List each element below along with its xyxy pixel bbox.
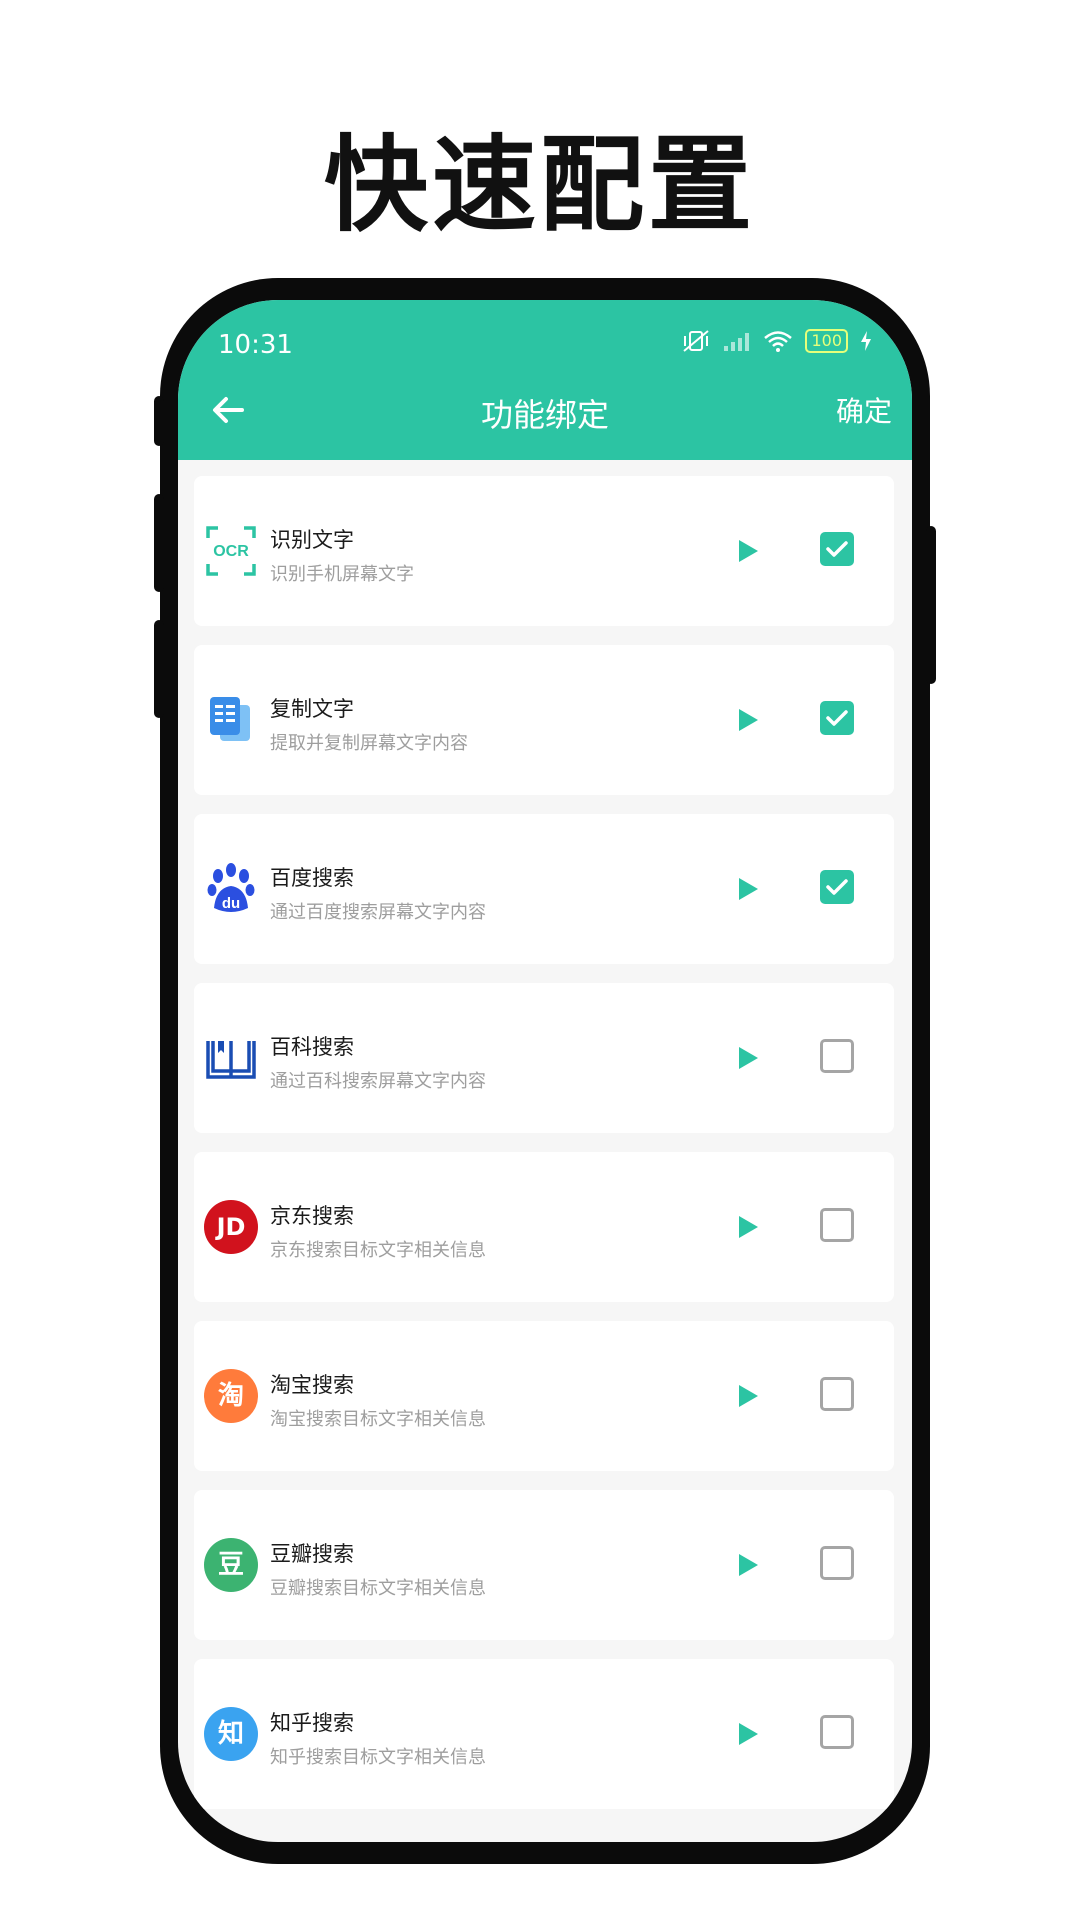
play-icon[interactable] [734,706,762,734]
play-icon[interactable] [734,1382,762,1410]
signal-icon [724,333,750,351]
power-button [926,526,936,684]
battery-indicator: 100 [805,329,848,353]
item-subtitle: 识别手机屏幕文字 [270,564,414,585]
item-checkbox[interactable] [820,701,854,735]
list-item-taobao[interactable]: 淘 淘宝搜索 淘宝搜索目标文字相关信息 [194,1321,894,1471]
book-icon [206,1041,256,1079]
item-checkbox[interactable] [820,1715,854,1749]
item-title: 京东搜索 [270,1204,354,1228]
checkmark-icon [826,879,848,895]
list-item-ocr[interactable]: OCR 识别文字 识别手机屏幕文字 [194,476,894,626]
item-title: 百度搜索 [270,866,354,890]
charging-icon [861,331,871,351]
item-checkbox[interactable] [820,1377,854,1411]
douban-icon: 豆 [204,1538,258,1592]
play-icon[interactable] [734,1213,762,1241]
item-checkbox[interactable] [820,1039,854,1073]
jd-icon: JD [204,1200,258,1254]
list-item-jd[interactable]: JD 京东搜索 京东搜索目标文字相关信息 [194,1152,894,1302]
item-checkbox[interactable] [820,532,854,566]
function-list: OCR 识别文字 识别手机屏幕文字 复制文字 提取并复制屏幕文字内容 du 百度… [194,476,894,1828]
item-subtitle: 知乎搜索目标文字相关信息 [270,1747,486,1768]
checkmark-icon [826,541,848,557]
confirm-button[interactable]: 确定 [836,390,892,430]
app-header: 10:31 100 功能绑定 确定 [178,300,912,460]
vibrate-off-icon [683,330,710,352]
play-icon[interactable] [734,1551,762,1579]
checkmark-icon [826,710,848,726]
baidu-icon-text: du [222,895,240,912]
play-icon[interactable] [734,875,762,903]
item-subtitle: 淘宝搜索目标文字相关信息 [270,1409,486,1430]
item-checkbox[interactable] [820,870,854,904]
wifi-icon [764,331,793,352]
item-subtitle: 通过百科搜索屏幕文字内容 [270,1071,486,1092]
list-item-copy[interactable]: 复制文字 提取并复制屏幕文字内容 [194,645,894,795]
page-title: 功能绑定 [480,396,609,434]
copy-doc-icon [210,697,250,741]
item-subtitle: 提取并复制屏幕文字内容 [270,733,468,754]
item-title: 淘宝搜索 [270,1373,354,1397]
item-checkbox[interactable] [820,1208,854,1242]
status-time: 10:31 [218,330,293,360]
hero-title: 快速配置 [323,124,756,246]
item-subtitle: 通过百度搜索屏幕文字内容 [270,902,486,923]
side-button-top [154,396,164,446]
item-title: 豆瓣搜索 [270,1542,354,1566]
baidu-paw-icon: du [207,863,255,912]
phone-frame: 10:31 100 功能绑定 确定 OCR 识别文字 识别手机屏幕文字 复制文字… [154,278,936,1864]
list-item-zhihu[interactable]: 知 知乎搜索 知乎搜索目标文字相关信息 [194,1659,894,1809]
volume-down-button [154,620,164,718]
play-icon[interactable] [734,1720,762,1748]
ocr-icon: OCR [206,526,256,576]
list-item-baidu[interactable]: du 百度搜索 通过百度搜索屏幕文字内容 [194,814,894,964]
item-subtitle: 豆瓣搜索目标文字相关信息 [270,1578,486,1599]
item-title: 知乎搜索 [270,1711,354,1735]
play-icon[interactable] [734,537,762,565]
list-item-douban[interactable]: 豆 豆瓣搜索 豆瓣搜索目标文字相关信息 [194,1490,894,1640]
volume-up-button [154,494,164,592]
taobao-icon: 淘 [204,1369,258,1423]
ocr-icon-text: OCR [213,543,249,560]
item-subtitle: 京东搜索目标文字相关信息 [270,1240,486,1261]
status-icons: 100 [681,328,872,354]
zhihu-icon: 知 [204,1707,258,1761]
phone-screen: 10:31 100 功能绑定 确定 OCR 识别文字 识别手机屏幕文字 复制文字… [178,300,912,1842]
item-title: 百科搜索 [270,1035,354,1059]
list-item-baike[interactable]: 百科搜索 通过百科搜索屏幕文字内容 [194,983,894,1133]
item-title: 识别文字 [270,528,354,552]
play-icon[interactable] [734,1044,762,1072]
item-checkbox[interactable] [820,1546,854,1580]
item-title: 复制文字 [270,697,354,721]
